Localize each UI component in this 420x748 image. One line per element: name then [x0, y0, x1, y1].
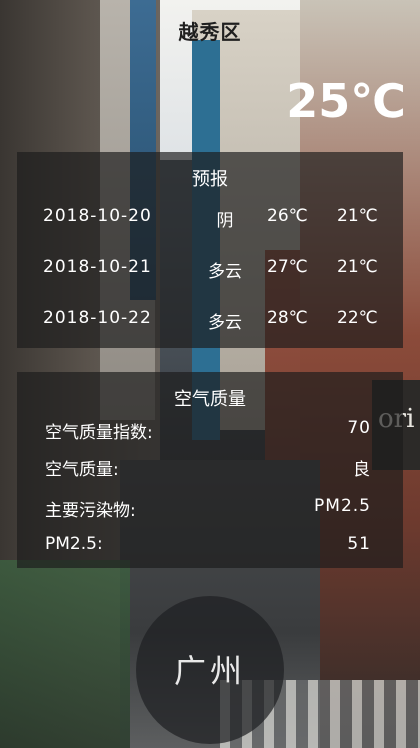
city-switch-button[interactable]: 广州: [136, 596, 284, 744]
forecast-date: 2018-10-22: [43, 308, 152, 328]
pm25-label: PM2.5:: [45, 534, 103, 554]
forecast-condition: 多云: [208, 262, 242, 282]
district-title: 越秀区: [178, 20, 242, 44]
forecast-condition: 阴: [216, 211, 234, 231]
main-pollutant-value: PM2.5: [314, 496, 371, 516]
main-pollutant-label: 主要污染物:: [45, 501, 136, 521]
forecast-low: 21℃: [337, 206, 378, 226]
forecast-high: 27℃: [267, 257, 308, 277]
air-quality-title: 空气质量: [174, 389, 246, 410]
forecast-high: 26℃: [267, 206, 308, 226]
forecast-panel: 预报 2018-10-20 阴 26℃ 21℃ 2018-10-21 多云 27…: [17, 152, 403, 348]
air-quality-row: PM2.5: 51: [17, 534, 403, 558]
air-quality-row: 空气质量: 良: [17, 455, 403, 480]
forecast-high: 28℃: [267, 308, 308, 328]
forecast-row: 2018-10-21 多云 27℃ 21℃: [17, 257, 403, 282]
current-temperature: 25℃: [286, 74, 406, 128]
forecast-date: 2018-10-20: [43, 206, 152, 226]
aqi-index-value: 70: [347, 418, 371, 438]
forecast-title: 预报: [192, 169, 228, 190]
forecast-low: 22℃: [337, 308, 378, 328]
forecast-row: 2018-10-20 阴 26℃ 21℃: [17, 206, 403, 231]
forecast-condition: 多云: [208, 313, 242, 333]
forecast-row: 2018-10-22 多云 28℃ 22℃: [17, 308, 403, 333]
aqi-index-label: 空气质量指数:: [45, 423, 153, 443]
aqi-level-label: 空气质量:: [45, 460, 119, 480]
forecast-date: 2018-10-21: [43, 257, 152, 277]
air-quality-row: 主要污染物: PM2.5: [17, 496, 403, 521]
city-name: 广州: [173, 652, 246, 690]
aqi-level-value: 良: [353, 460, 371, 480]
forecast-low: 21℃: [337, 257, 378, 277]
pm25-value: 51: [347, 534, 371, 554]
air-quality-row: 空气质量指数: 70: [17, 418, 403, 443]
air-quality-panel: 空气质量 空气质量指数: 70 空气质量: 良 主要污染物: PM2.5 PM2…: [17, 372, 403, 568]
